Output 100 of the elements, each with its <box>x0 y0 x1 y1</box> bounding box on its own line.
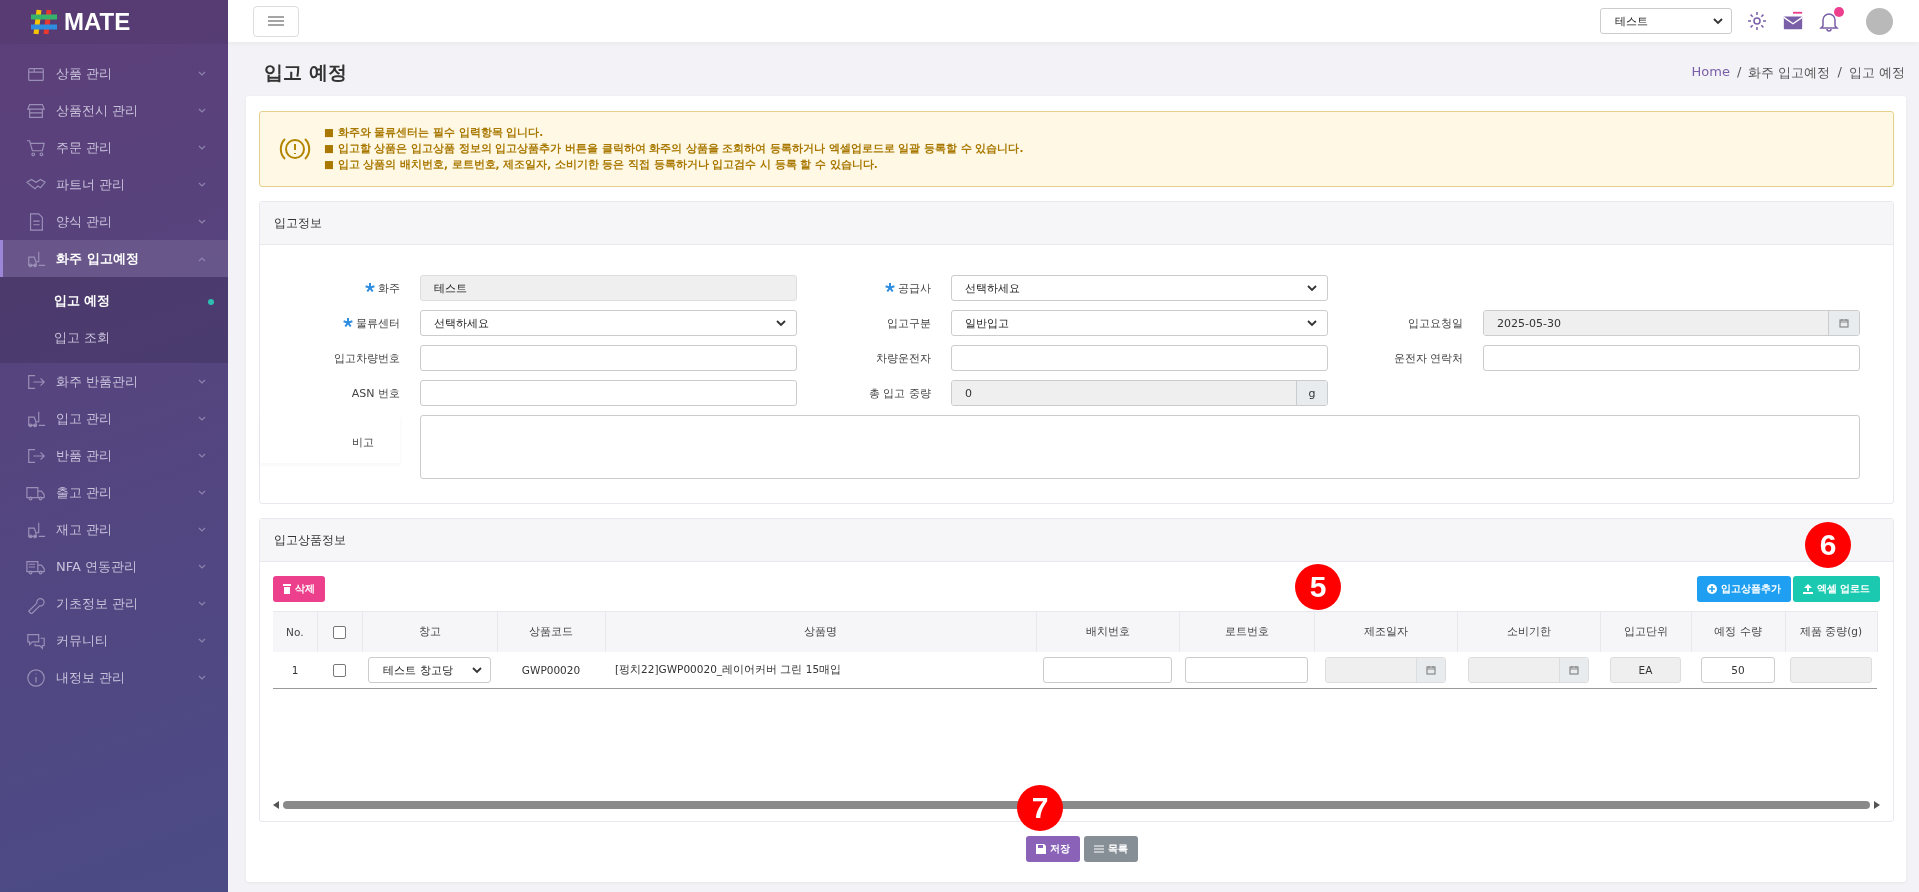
field-label: 입고차량번호 <box>334 350 400 366</box>
chevron-icon <box>198 181 206 188</box>
menu-button[interactable] <box>253 5 299 37</box>
scroll-left-icon[interactable] <box>273 801 279 809</box>
quantity-field[interactable]: 50 <box>1701 657 1775 683</box>
input-field[interactable] <box>1042 657 1173 683</box>
trash-icon <box>283 584 291 594</box>
sidebar-item[interactable]: 내정보 관리 <box>0 659 228 696</box>
input-field[interactable] <box>1185 657 1308 683</box>
date-field[interactable]: 2025-05-30 <box>1483 310 1860 336</box>
chevron-icon <box>198 452 206 459</box>
column-header: No. <box>286 626 304 638</box>
plus-circle-icon <box>1706 584 1717 594</box>
scroll-right-icon[interactable] <box>1874 801 1880 809</box>
field-label: 입고요청일 <box>1408 315 1463 331</box>
chevron-icon <box>198 144 206 151</box>
table-cell: GWP00020 <box>521 664 581 676</box>
notice-text: ■ 입고 상품의 배치번호, 로트번호, 제조일자, 소비기한 등은 직접 등록하거나 입고검수 시 등록 할 수 있습니다. <box>324 158 879 172</box>
sidebar-item[interactable]: 커뮤니티 <box>0 622 228 659</box>
submenu-item[interactable]: 입고 조회 <box>0 320 228 357</box>
info-icon <box>26 667 46 688</box>
breadcrumb-separator: / <box>1837 64 1842 81</box>
sidebar-item[interactable]: 입고 관리 <box>0 400 228 437</box>
sidebar-item[interactable]: 양식 관리 <box>0 203 228 240</box>
column-header: 상품명 <box>804 625 837 637</box>
chevron-icon <box>198 255 206 262</box>
sidebar-item[interactable]: 파트너 관리 <box>0 166 228 203</box>
calendar-icon <box>1426 665 1437 675</box>
field-label: 물류센터 <box>356 315 400 331</box>
chevron-icon <box>198 218 206 225</box>
input-field[interactable] <box>951 345 1328 371</box>
column-header: 로트번호 <box>1224 625 1269 637</box>
sidebar-item[interactable]: 출고 관리 <box>0 474 228 511</box>
date-field[interactable] <box>1324 657 1447 683</box>
input-field[interactable] <box>420 380 797 406</box>
sidebar-item[interactable]: 주문 관리 <box>0 129 228 166</box>
sidebar-item[interactable]: 기초정보 관리 <box>0 585 228 622</box>
chevron-icon <box>198 637 206 644</box>
field-label: 운전자 연락처 <box>1393 350 1463 366</box>
column-header: 배치번호 <box>1085 625 1130 637</box>
field-label: 입고구분 <box>887 315 931 331</box>
chevron-icon <box>198 600 206 607</box>
sidebar-item[interactable]: NFA 연동관리 <box>0 548 228 585</box>
avatar[interactable] <box>1866 7 1893 35</box>
add-product-button[interactable]: 입고상품추가 <box>1696 576 1791 602</box>
save-button[interactable]: 저장 <box>1025 836 1080 862</box>
chevron-down-icon <box>1307 319 1317 327</box>
submenu-item[interactable]: 입고 예정 <box>0 283 228 320</box>
chevron-icon <box>198 563 206 570</box>
cart-icon <box>26 137 46 158</box>
logo-icon <box>30 9 58 35</box>
column-header: 소비기한 <box>1506 625 1551 637</box>
table-cell: 1 <box>291 664 299 676</box>
column-header: 제조일자 <box>1363 625 1408 637</box>
breadcrumb-link[interactable]: Home <box>1691 64 1730 82</box>
row-checkbox[interactable] <box>333 663 346 677</box>
chevron-icon <box>198 674 206 681</box>
upload-icon <box>1802 584 1813 594</box>
column-header: 창고 <box>418 625 441 637</box>
sidebar-item[interactable]: 화주 입고예정 <box>0 240 228 277</box>
field-label: 총 입고 중량 <box>869 385 931 401</box>
dropdown[interactable]: 선택하세요 <box>951 275 1328 301</box>
page-title: 입고 예정 <box>264 60 347 85</box>
delete-button[interactable]: 삭제 <box>273 576 325 602</box>
sidebar-item[interactable]: 반품 관리 <box>0 437 228 474</box>
list-button[interactable]: 목록 <box>1083 836 1138 862</box>
input-field[interactable] <box>420 345 797 371</box>
settings-icon[interactable] <box>1746 10 1768 32</box>
company-dropdown[interactable]: 테스트 <box>1600 8 1732 34</box>
date-field[interactable] <box>1467 657 1590 683</box>
mail-icon[interactable] <box>1782 10 1804 32</box>
sidebar-item[interactable]: 상품 관리 <box>0 55 228 92</box>
memo-field[interactable] <box>420 415 1860 479</box>
active-dot <box>208 298 214 305</box>
dropdown[interactable]: 일반입고 <box>951 310 1328 336</box>
notice-text: ■ 입고할 상품은 입고상품 정보의 입고상품추가 버튼을 클릭하여 화주의 상품을 조회하여 등록하거나 엑셀업로드로 일괄 등록할 수 있습니다. <box>324 142 1024 156</box>
list-icon <box>1093 845 1104 853</box>
weight-field[interactable]: 0 g <box>951 380 1328 406</box>
dropdown[interactable]: 선택하세요 <box>420 310 797 336</box>
select-all-checkbox[interactable] <box>333 625 346 639</box>
warehouse-dropdown[interactable]: 테스트 창고당 <box>368 657 491 683</box>
menu-icon <box>268 16 284 26</box>
breadcrumb-link[interactable]: 입고 예정 <box>1848 64 1905 82</box>
chevron-icon <box>198 70 206 77</box>
field-label: 공급사 <box>898 280 931 296</box>
chevron-down-icon <box>471 666 482 674</box>
input-field[interactable] <box>1483 345 1860 371</box>
sidebar-item[interactable]: 재고 관리 <box>0 511 228 548</box>
field-label: 비고 <box>352 434 374 450</box>
breadcrumb-separator: / <box>1736 64 1742 81</box>
column-header: 예정 수량 <box>1714 625 1762 637</box>
breadcrumb-link[interactable]: 화주 입고예정 <box>1748 64 1831 82</box>
bell-icon[interactable] <box>1818 10 1840 32</box>
table-cell: [펑치22]GWP00020_레이어커버 그린 15매입 <box>615 663 842 675</box>
warning-icon <box>278 136 312 162</box>
text-field[interactable]: 테스트 <box>420 275 797 301</box>
sidebar-item[interactable]: 상품전시 관리 <box>0 92 228 129</box>
sidebar-item[interactable]: 화주 반품관리 <box>0 363 228 400</box>
chevron-icon <box>198 415 206 422</box>
chevron-icon <box>198 526 206 533</box>
